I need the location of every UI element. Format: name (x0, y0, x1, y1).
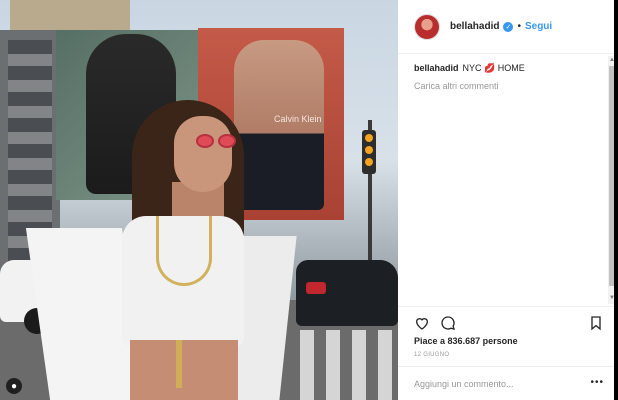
traffic-light (362, 130, 376, 174)
comment-input[interactable] (414, 378, 584, 389)
crosswalk (300, 330, 398, 400)
likes-number: 836.687 (447, 336, 481, 346)
load-more-comments-link[interactable]: Carica altri commenti (414, 81, 604, 91)
user-tag-icon[interactable]: ● (6, 378, 22, 394)
avatar[interactable] (414, 13, 440, 40)
heart-icon[interactable] (414, 315, 430, 331)
post-photo[interactable]: Calvin Klein ● (0, 0, 398, 400)
caption: bellahadid NYC 💋 HOME (414, 62, 604, 75)
necklace (156, 216, 212, 286)
comments-list: bellahadid NYC 💋 HOME Carica altri commen… (414, 62, 604, 302)
comment-bubble-icon[interactable] (440, 315, 456, 331)
woman-midriff (130, 340, 238, 400)
woman-face (174, 116, 232, 192)
add-comment-bar: ••• (398, 366, 618, 400)
billboard-figures (234, 40, 324, 210)
caption-text: NYC 💋 HOME (462, 63, 525, 73)
separator-dot: • (517, 21, 521, 32)
post-header: bellahadid ✓ • Segui (398, 0, 618, 54)
black-car (296, 260, 398, 326)
likes-count[interactable]: Piace a 836.687 persone (414, 336, 518, 346)
post-side-panel: bellahadid ✓ • Segui bellahadid NYC 💋 HOM… (398, 0, 618, 400)
follow-button[interactable]: Segui (525, 21, 552, 32)
panel-edge (614, 0, 618, 400)
post-date[interactable]: 12 GIUGNO (414, 352, 449, 358)
bookmark-icon[interactable] (588, 315, 604, 331)
likes-suffix: persone (482, 336, 518, 346)
likes-prefix: Piace a (414, 336, 446, 346)
red-sunglasses (196, 134, 240, 148)
caption-username[interactable]: bellahadid (414, 63, 459, 73)
pendant (176, 340, 182, 388)
header-username[interactable]: bellahadid (450, 21, 499, 32)
more-options-icon[interactable]: ••• (590, 377, 604, 388)
billboard-text: Calvin Klein (274, 114, 322, 124)
verified-badge-icon: ✓ (503, 21, 514, 32)
